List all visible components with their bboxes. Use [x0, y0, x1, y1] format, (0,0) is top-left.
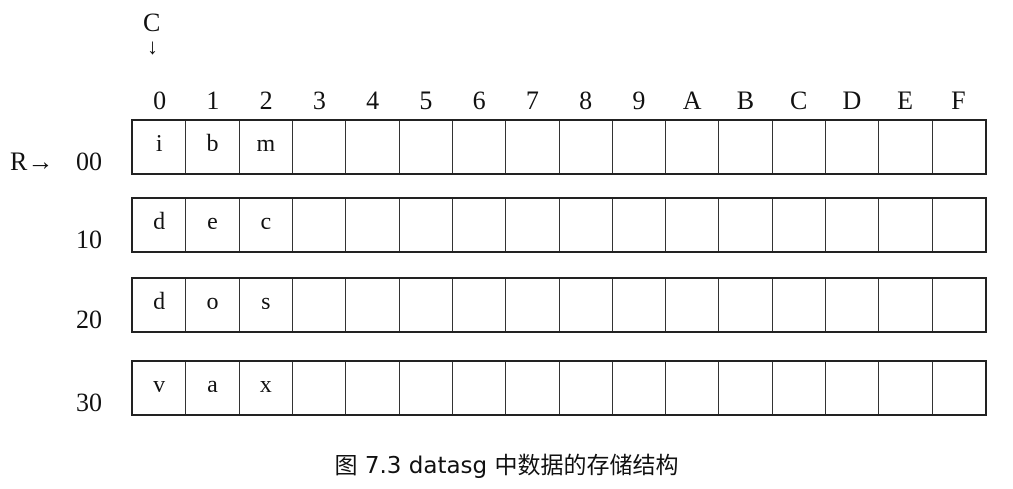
memory-cell: [933, 121, 985, 173]
memory-cell: [826, 121, 880, 173]
memory-cell: [773, 199, 827, 251]
memory-cell: [560, 199, 613, 251]
memory-cell: [560, 279, 613, 331]
memory-cell: [826, 362, 880, 414]
memory-cell: [293, 121, 347, 173]
memory-cell: [400, 121, 453, 173]
memory-cell: [719, 121, 773, 173]
memory-cell: [933, 279, 985, 331]
column-header: 7: [525, 86, 539, 115]
row-label: 10: [76, 225, 102, 254]
memory-cell: a: [186, 362, 240, 414]
memory-row: ibm: [131, 119, 987, 175]
memory-cell: [879, 362, 933, 414]
memory-cell: [400, 279, 453, 331]
memory-cell: b: [186, 121, 240, 173]
memory-cell: [506, 199, 560, 251]
column-header: A: [682, 86, 702, 115]
memory-cell: [773, 279, 827, 331]
column-header: 9: [632, 86, 646, 115]
column-header: 8: [579, 86, 593, 115]
memory-cell: [879, 121, 933, 173]
column-header: 2: [259, 86, 273, 115]
column-header: 0: [153, 86, 167, 115]
memory-cell: d: [133, 279, 187, 331]
memory-cell: [453, 121, 507, 173]
memory-cell: [666, 279, 720, 331]
memory-cell: [293, 279, 347, 331]
column-header: 5: [419, 86, 433, 115]
memory-cell: [346, 279, 400, 331]
memory-cell: [560, 121, 613, 173]
column-header: F: [951, 86, 966, 115]
memory-cell: d: [133, 199, 187, 251]
memory-cell: [346, 362, 400, 414]
memory-cell: [933, 362, 985, 414]
memory-cell: [613, 362, 667, 414]
memory-cell: [453, 199, 507, 251]
memory-cell: m: [240, 121, 293, 173]
memory-row: dec: [131, 197, 987, 253]
memory-cell: [933, 199, 985, 251]
memory-cell: [666, 199, 720, 251]
memory-cell: [506, 279, 560, 331]
memory-cell: [506, 362, 560, 414]
memory-cell: [453, 279, 507, 331]
row-label: 20: [76, 305, 102, 334]
memory-cell: e: [186, 199, 240, 251]
memory-cell: c: [240, 199, 293, 251]
memory-row: dos: [131, 277, 987, 333]
memory-cell: [560, 362, 613, 414]
memory-cell: [346, 199, 400, 251]
memory-cell: [719, 362, 773, 414]
column-header: 4: [366, 86, 380, 115]
memory-cell: [666, 362, 720, 414]
column-header: 1: [206, 86, 220, 115]
memory-cell: [826, 199, 880, 251]
memory-cell: x: [240, 362, 293, 414]
memory-cell: [293, 199, 347, 251]
figure-caption: 图 7.3 datasg 中数据的存储结构: [334, 453, 679, 479]
row-marker: R→: [10, 147, 54, 176]
column-header: C: [789, 86, 808, 115]
column-header: 3: [312, 86, 326, 115]
memory-cell: [719, 199, 773, 251]
memory-cell: [453, 362, 507, 414]
row-label: 00: [76, 147, 102, 176]
memory-cell: [400, 362, 453, 414]
memory-cell: [773, 362, 827, 414]
column-header: B: [736, 86, 755, 115]
memory-cell: [613, 199, 667, 251]
memory-cell: [719, 279, 773, 331]
row-label: 30: [76, 388, 102, 417]
column-header: D: [842, 86, 862, 115]
memory-cell: v: [133, 362, 187, 414]
memory-cell: [346, 121, 400, 173]
column-marker-arrow: ↓: [147, 34, 158, 59]
memory-cell: o: [186, 279, 240, 331]
memory-cell: [400, 199, 453, 251]
memory-cell: [293, 362, 347, 414]
memory-cell: [773, 121, 827, 173]
memory-cell: [879, 199, 933, 251]
memory-cell: [826, 279, 880, 331]
memory-cell: [666, 121, 720, 173]
memory-cell: [506, 121, 560, 173]
memory-cell: i: [133, 121, 187, 173]
memory-cell: [613, 121, 667, 173]
memory-cell: [613, 279, 667, 331]
column-header: E: [897, 86, 914, 115]
memory-cell: s: [240, 279, 293, 331]
column-header: 6: [472, 86, 486, 115]
memory-cell: [879, 279, 933, 331]
memory-row: vax: [131, 360, 987, 416]
